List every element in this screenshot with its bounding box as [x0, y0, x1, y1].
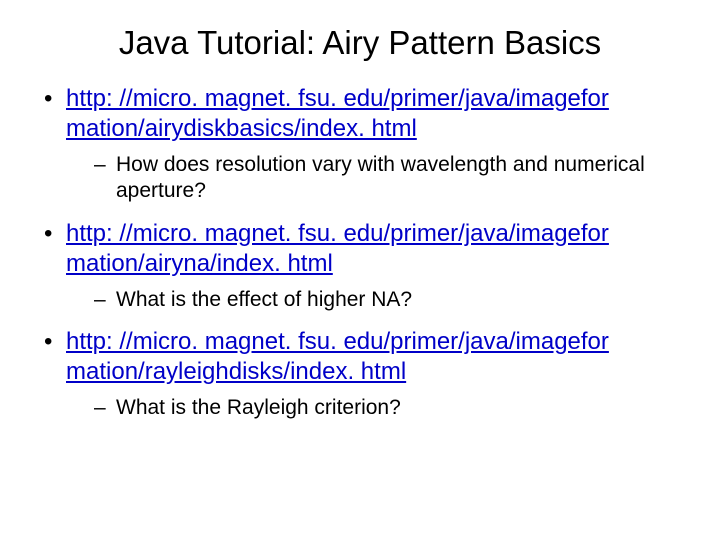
bullet-item-3: http: //micro. magnet. fsu. edu/primer/j… — [40, 327, 680, 421]
sub-item-2: What is the effect of higher NA? — [94, 287, 680, 313]
sub-item-3: What is the Rayleigh criterion? — [94, 395, 680, 421]
sub-list-2: What is the effect of higher NA? — [66, 287, 680, 313]
sub-list-1: How does resolution vary with wavelength… — [66, 152, 680, 205]
link-airydiskbasics[interactable]: http: //micro. magnet. fsu. edu/primer/j… — [66, 85, 609, 142]
sub-list-3: What is the Rayleigh criterion? — [66, 395, 680, 421]
bullet-item-2: http: //micro. magnet. fsu. edu/primer/j… — [40, 219, 680, 313]
slide-title: Java Tutorial: Airy Pattern Basics — [40, 24, 680, 62]
link-airyna[interactable]: http: //micro. magnet. fsu. edu/primer/j… — [66, 220, 609, 277]
bullet-list: http: //micro. magnet. fsu. edu/primer/j… — [40, 84, 680, 421]
sub-item-1: How does resolution vary with wavelength… — [94, 152, 680, 205]
slide: Java Tutorial: Airy Pattern Basics http:… — [0, 0, 720, 540]
bullet-item-1: http: //micro. magnet. fsu. edu/primer/j… — [40, 84, 680, 205]
link-rayleighdisks[interactable]: http: //micro. magnet. fsu. edu/primer/j… — [66, 328, 609, 385]
